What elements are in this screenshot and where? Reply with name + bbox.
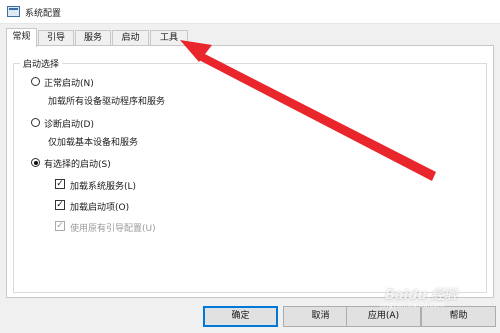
use-original-boot-config-label: 使用原有引导配置(U) — [70, 224, 156, 234]
load-startup-items-checkbox[interactable]: ✓ — [55, 200, 65, 210]
tab-boot[interactable]: 引导 — [38, 30, 74, 46]
ok-button[interactable]: 确定 — [203, 306, 278, 327]
window-title: 系统配置 — [25, 9, 62, 19]
title-bar: 系统配置 — [0, 0, 500, 24]
normal-startup-description: 加载所有设备驱动程序和服务 — [48, 97, 166, 107]
baidu-watermark-url: jingyan.baidu.com — [380, 301, 445, 309]
help-button[interactable]: 帮助 — [421, 306, 496, 327]
normal-startup-radio[interactable] — [31, 77, 40, 86]
startup-selection-legend: 启动选择 — [20, 57, 63, 70]
tab-strip: 常规 引导 服务 启动 工具 — [6, 28, 494, 47]
load-system-services-checkbox[interactable]: ✓ — [55, 179, 65, 189]
apply-button[interactable]: 应用(A) — [346, 306, 421, 327]
system-config-app-icon — [7, 6, 20, 17]
use-original-boot-config-checkbox: ✓ — [55, 221, 65, 231]
normal-startup-label[interactable]: 正常启动(N) — [44, 76, 94, 89]
selective-startup-radio[interactable] — [31, 158, 40, 167]
load-startup-items-label[interactable]: 加载启动项(O) — [70, 200, 129, 213]
tab-general[interactable]: 常规 — [6, 28, 37, 47]
diagnostic-startup-label[interactable]: 诊断启动(D) — [44, 117, 94, 130]
selective-startup-label[interactable]: 有选择的启动(S) — [44, 157, 111, 170]
diagnostic-startup-description: 仅加载基本设备和服务 — [48, 138, 139, 148]
load-system-services-label[interactable]: 加载系统服务(L) — [70, 179, 136, 192]
tab-services[interactable]: 服务 — [75, 30, 111, 46]
tab-startup[interactable]: 启动 — [112, 30, 149, 46]
diagnostic-startup-radio[interactable] — [31, 118, 40, 127]
tab-tools[interactable]: 工具 — [150, 30, 188, 46]
